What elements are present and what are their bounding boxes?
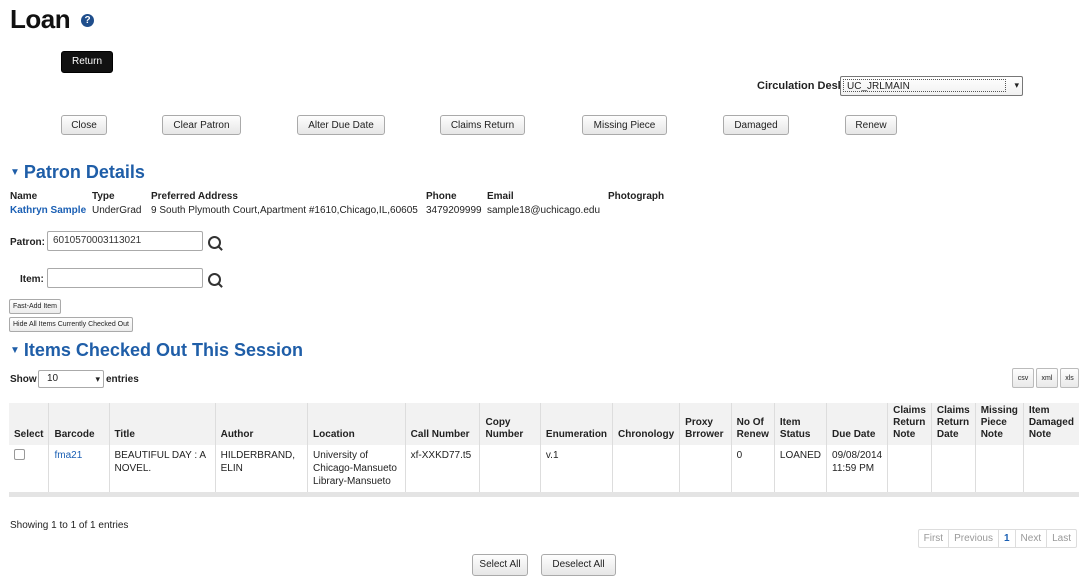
select-cell	[9, 445, 49, 497]
missing-piece-button[interactable]: Missing Piece	[582, 115, 667, 135]
column-header[interactable]: Enumeration	[539, 403, 613, 445]
search-icon[interactable]	[208, 273, 221, 286]
circulation-desk-label: Circulation Desk:	[757, 80, 848, 92]
copy-number-cell	[479, 445, 541, 497]
help-icon[interactable]: ?	[81, 14, 94, 27]
items-table: Select Barcode Title Author Location Cal…	[9, 403, 1079, 497]
renew-count-cell: 0	[730, 445, 775, 497]
entries-per-page-value: 10	[47, 373, 59, 384]
export-csv-button[interactable]: csv	[1012, 368, 1034, 388]
alter-due-date-button[interactable]: Alter Due Date	[297, 115, 385, 135]
close-button[interactable]: Close	[61, 115, 107, 135]
chevron-down-icon: ▾	[95, 374, 100, 384]
column-header[interactable]: Select	[9, 403, 49, 445]
collapse-triangle-icon: ▼	[10, 167, 20, 178]
location-cell: University of Chicago-Mansueto Library-M…	[307, 445, 406, 497]
patron-type: UnderGrad	[92, 205, 142, 216]
pagination: First Previous 1 Next Last	[917, 529, 1077, 548]
select-all-button[interactable]: Select All	[472, 554, 528, 576]
column-header[interactable]: Barcode	[48, 403, 109, 445]
circulation-desk-select[interactable]: UC_JRLMAIN ▾	[840, 76, 1023, 96]
items-checked-out-heading[interactable]: ▼ Items Checked Out This Session	[10, 340, 303, 361]
column-header[interactable]: Location	[307, 403, 406, 445]
due-date-cell: 09/08/2014 11:59 PM	[826, 445, 888, 497]
table-header-row: Select Barcode Title Author Location Cal…	[9, 403, 1079, 445]
column-header[interactable]: Claims Return Date	[930, 403, 976, 445]
column-header[interactable]: Item Status	[773, 403, 827, 445]
patron-field-label: Patron:	[10, 237, 45, 248]
column-header[interactable]: Chronology	[612, 403, 680, 445]
barcode-cell: fma21	[48, 445, 109, 497]
claims-return-date-cell	[930, 445, 976, 497]
chronology-cell	[612, 445, 680, 497]
item-status-cell: LOANED	[773, 445, 827, 497]
missing-piece-note-cell	[974, 445, 1024, 497]
return-button[interactable]: Return	[61, 51, 113, 73]
hide-checked-out-button[interactable]: Hide All Items Currently Checked Out	[9, 317, 133, 332]
entries-label: entries	[106, 374, 139, 385]
enumeration-cell: v.1	[539, 445, 613, 497]
search-icon[interactable]	[208, 236, 221, 249]
claims-return-button[interactable]: Claims Return	[440, 115, 525, 135]
pager-current-page[interactable]: 1	[997, 530, 1015, 547]
patron-details-heading[interactable]: ▼ Patron Details	[10, 162, 145, 183]
pager-previous[interactable]: Previous	[948, 530, 998, 547]
damaged-button[interactable]: Damaged	[723, 115, 789, 135]
row-select-checkbox[interactable]	[14, 449, 25, 460]
clear-patron-button[interactable]: Clear Patron	[162, 115, 241, 135]
type-header: Type	[92, 191, 115, 202]
patron-barcode-input[interactable]: 6010570003113021	[47, 231, 203, 251]
export-xls-button[interactable]: xls	[1060, 368, 1079, 388]
item-barcode-input[interactable]	[47, 268, 203, 288]
pager-next[interactable]: Next	[1014, 530, 1047, 547]
pager-first[interactable]: First	[919, 530, 948, 547]
pager-last[interactable]: Last	[1046, 530, 1076, 547]
column-header[interactable]: Author	[214, 403, 308, 445]
column-header[interactable]: Due Date	[826, 403, 888, 445]
page-title: Loan	[10, 4, 71, 34]
fast-add-item-button[interactable]: Fast-Add Item	[9, 299, 61, 314]
export-xml-button[interactable]: xml	[1036, 368, 1058, 388]
photograph-header: Photograph	[608, 191, 665, 202]
item-field-label: Item:	[20, 274, 44, 285]
column-header[interactable]: Missing Piece Note	[974, 403, 1024, 445]
title-cell: BEAUTIFUL DAY : A NOVEL.	[108, 445, 216, 497]
circulation-desk-value: UC_JRLMAIN	[843, 79, 1006, 92]
patron-phone: 3479209999	[426, 205, 482, 216]
damaged-note-cell	[1022, 445, 1079, 497]
collapse-triangle-icon: ▼	[10, 345, 20, 356]
name-header: Name	[10, 191, 38, 202]
email-header: Email	[487, 191, 514, 202]
table-row: fma21 BEAUTIFUL DAY : A NOVEL. HILDERBRA…	[9, 445, 1079, 497]
patron-name-link[interactable]: Kathryn Sample	[10, 205, 86, 216]
barcode-link[interactable]: fma21	[54, 450, 82, 461]
column-header[interactable]: Call Number	[404, 403, 480, 445]
deselect-all-button[interactable]: Deselect All	[541, 554, 616, 576]
patron-email: sample18@uchicago.edu	[487, 205, 601, 216]
showing-entries-text: Showing 1 to 1 of 1 entries	[10, 520, 129, 531]
phone-header: Phone	[426, 191, 457, 202]
call-number-cell: xf-XXKD77.t5	[404, 445, 480, 497]
column-header[interactable]: Claims Return Note	[887, 403, 932, 445]
renew-button[interactable]: Renew	[845, 115, 897, 135]
address-header: Preferred Address	[151, 191, 238, 202]
column-header[interactable]: Copy Number	[479, 403, 541, 445]
column-header[interactable]: No Of Renew	[730, 403, 775, 445]
column-header[interactable]: Title	[108, 403, 216, 445]
column-header[interactable]: Proxy Brrower	[679, 403, 732, 445]
column-header[interactable]: Item Damaged Note	[1022, 403, 1079, 445]
chevron-down-icon: ▾	[1014, 80, 1019, 90]
items-checked-out-title: Items Checked Out This Session	[23, 340, 303, 360]
author-cell: HILDERBRAND, ELIN	[214, 445, 308, 497]
entries-per-page-select[interactable]: 10 ▾	[38, 370, 104, 388]
patron-address: 9 South Plymouth Court,Apartment #1610,C…	[151, 205, 418, 216]
show-label: Show	[10, 374, 37, 385]
proxy-borrower-cell	[679, 445, 732, 497]
claims-return-note-cell	[887, 445, 932, 497]
patron-details-title: Patron Details	[23, 162, 145, 182]
